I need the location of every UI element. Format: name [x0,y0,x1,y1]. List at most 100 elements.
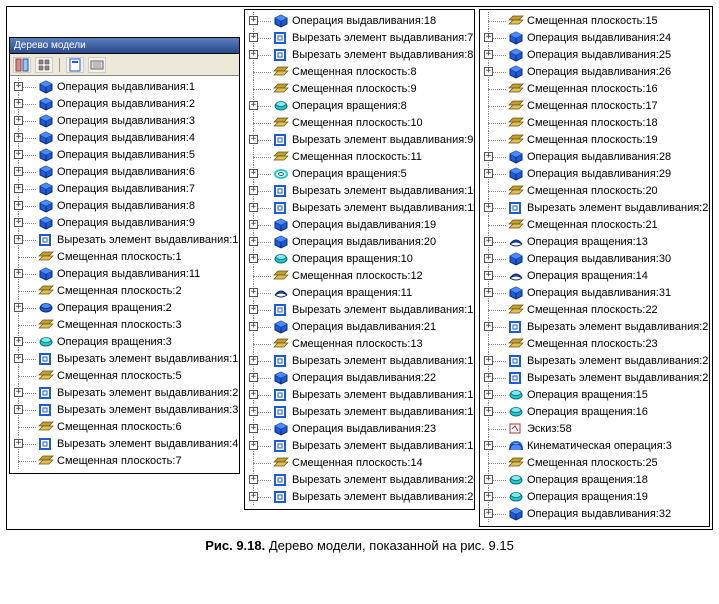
tree-item[interactable]: +Кинематическая операция:3 [482,437,707,454]
tree-item[interactable]: Смещенная плоскость:17 [482,97,707,114]
tree-item[interactable]: +Вырезать элемент выдавливания:10 [247,182,472,199]
expander-icon[interactable]: + [14,439,23,448]
tree-item[interactable]: Смещенная плоскость:19 [482,131,707,148]
expander-icon[interactable]: + [249,424,258,433]
tree-item[interactable]: +Вырезать элемент выдавливания:1 [12,231,237,248]
expander-icon[interactable]: + [249,475,258,484]
tree-item[interactable]: +Операция вращения:2 [12,299,237,316]
expander-icon[interactable]: + [484,203,493,212]
tree-item[interactable]: +Операция выдавливания:6 [12,163,237,180]
tree-item[interactable]: +Операция выдавливания:18 [247,12,472,29]
tree-item[interactable]: Эскиз:58 [482,420,707,437]
tree-item[interactable]: +Операция выдавливания:24 [482,29,707,46]
expander-icon[interactable]: + [484,33,493,42]
tree-item[interactable]: +Операция выдавливания:20 [247,233,472,250]
tree-item[interactable]: +Вырезать элемент выдавливания:19 [247,437,472,454]
tree-item[interactable]: Смещенная плоскость:14 [247,454,472,471]
expander-icon[interactable]: + [484,441,493,450]
tree-item[interactable]: +Вырезать элемент выдавливания:17 [247,386,472,403]
tree-item[interactable]: Смещенная плоскость:11 [247,148,472,165]
tree-item[interactable]: +Операция выдавливания:21 [247,318,472,335]
tree-item[interactable]: +Операция вращения:3 [12,333,237,350]
expander-icon[interactable]: + [14,218,23,227]
tree-item[interactable]: +Операция выдавливания:29 [482,165,707,182]
tree-item[interactable]: +Операция выдавливания:32 [482,505,707,522]
tree-item[interactable]: +Вырезать элемент выдавливания:8 [247,46,472,63]
expander-icon[interactable]: + [484,492,493,501]
tree-item[interactable]: +Операция вращения:8 [247,97,472,114]
expander-icon[interactable]: + [249,441,258,450]
tree-item[interactable]: Смещенная плоскость:7 [12,452,237,469]
tree-item[interactable]: Смещенная плоскость:5 [12,367,237,384]
expander-icon[interactable]: + [14,150,23,159]
expander-icon[interactable]: + [484,271,493,280]
tree-item[interactable]: +Операция выдавливания:9 [12,214,237,231]
expander-icon[interactable]: + [484,322,493,331]
tree-item[interactable]: +Операция вращения:19 [482,488,707,505]
tree-item[interactable]: +Вырезать элемент выдавливания:2 [12,384,237,401]
expander-icon[interactable]: + [484,288,493,297]
tree-item[interactable]: +Вырезать элемент выдавливания:25 [482,318,707,335]
tree-item[interactable]: +Операция выдавливания:28 [482,148,707,165]
tree-item[interactable]: +Операция вращения:11 [247,284,472,301]
expander-icon[interactable]: + [484,169,493,178]
tree-item[interactable]: Смещенная плоскость:13 [247,335,472,352]
expander-icon[interactable]: + [249,50,258,59]
expander-icon[interactable]: + [14,82,23,91]
expander-icon[interactable]: + [249,101,258,110]
tree-item[interactable]: +Операция выдавливания:26 [482,63,707,80]
tree-item[interactable]: +Операция вращения:16 [482,403,707,420]
expander-icon[interactable]: + [14,303,23,312]
tree-item[interactable]: +Операция выдавливания:25 [482,46,707,63]
expander-icon[interactable]: + [249,322,258,331]
tree-item[interactable]: +Операция вращения:5 [247,165,472,182]
expander-icon[interactable]: + [484,390,493,399]
tree-item[interactable]: +Операция вращения:14 [482,267,707,284]
expander-icon[interactable]: + [14,269,23,278]
tree-item[interactable]: +Вырезать элемент выдавливания:16 [247,352,472,369]
tree-item[interactable]: +Вырезать элемент выдавливания:20 [247,471,472,488]
tree-item[interactable]: Смещенная плоскость:10 [247,114,472,131]
tree-item[interactable]: +Операция выдавливания:30 [482,250,707,267]
expander-icon[interactable]: + [14,116,23,125]
expander-icon[interactable]: + [249,407,258,416]
tree-item[interactable]: Смещенная плоскость:25 [482,454,707,471]
expander-icon[interactable]: + [14,201,23,210]
tree-item[interactable]: +Вырезать элемент выдавливания:3 [12,401,237,418]
expander-icon[interactable]: + [14,184,23,193]
tree-item[interactable]: +Вырезать элемент выдавливания:9 [247,131,472,148]
tree-item[interactable]: +Операция выдавливания:2 [12,95,237,112]
expander-icon[interactable]: + [249,169,258,178]
expander-icon[interactable]: + [249,288,258,297]
expander-icon[interactable]: + [14,235,23,244]
tree-item[interactable]: +Вырезать элемент выдавливания:27 [482,369,707,386]
tree-item[interactable]: Смещенная плоскость:6 [12,418,237,435]
expander-icon[interactable]: + [14,133,23,142]
tree-item[interactable]: +Операция выдавливания:22 [247,369,472,386]
expander-icon[interactable]: + [14,405,23,414]
tree-item[interactable]: +Операция выдавливания:7 [12,180,237,197]
expander-icon[interactable]: + [14,337,23,346]
tree-item[interactable]: +Вырезать элемент выдавливания:15 [247,301,472,318]
tree-item[interactable]: +Вырезать элемент выдавливания:4 [12,435,237,452]
tree-item[interactable]: +Вырезать элемент выдавливания:26 [482,352,707,369]
expander-icon[interactable]: + [14,388,23,397]
tree-item[interactable]: Смещенная плоскость:1 [12,248,237,265]
tree-item[interactable]: +Операция выдавливания:19 [247,216,472,233]
expander-icon[interactable]: + [249,33,258,42]
tree-item[interactable]: Смещенная плоскость:9 [247,80,472,97]
expander-icon[interactable]: + [249,492,258,501]
expander-icon[interactable]: + [484,373,493,382]
tree-item[interactable]: +Операция выдавливания:1 [12,78,237,95]
tree-item[interactable]: +Операция выдавливания:5 [12,146,237,163]
tree-item[interactable]: +Операция выдавливания:23 [247,420,472,437]
expander-icon[interactable]: + [249,305,258,314]
expander-icon[interactable]: + [484,152,493,161]
tree-item[interactable]: +Вырезать элемент выдавливания:11 [247,199,472,216]
expander-icon[interactable]: + [484,509,493,518]
tree-item[interactable]: Смещенная плоскость:2 [12,282,237,299]
toolbar-btn-4[interactable] [88,57,106,73]
expander-icon[interactable]: + [484,475,493,484]
tree-item[interactable]: Смещенная плоскость:18 [482,114,707,131]
tree-item[interactable]: +Вырезать элемент выдавливания:7 [247,29,472,46]
